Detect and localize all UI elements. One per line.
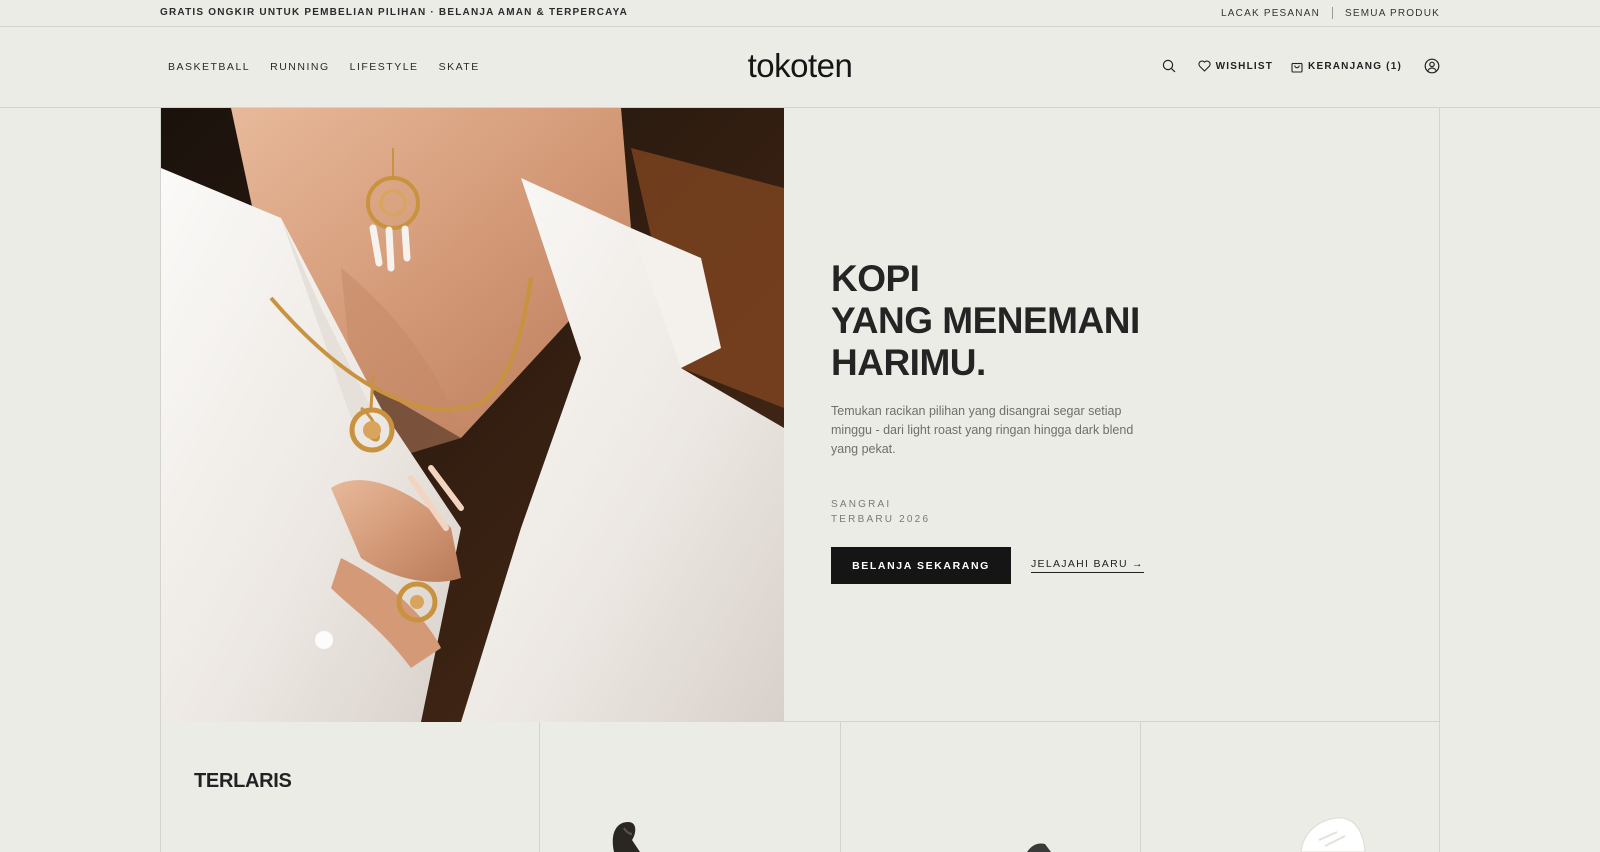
search-icon	[1162, 59, 1176, 73]
bestsellers-section: TERLARIS	[160, 722, 1440, 852]
product-card[interactable]	[1141, 722, 1439, 852]
divider	[1332, 7, 1334, 19]
hero-section: KOPI YANG MENEMANI HARIMU. Temukan racik…	[160, 108, 1440, 722]
track-order-link[interactable]: LACAK PESANAN	[1221, 8, 1320, 19]
header-actions: WISHLIST KERANJANG (1)	[1162, 58, 1440, 74]
shopping-bag-icon	[1291, 62, 1303, 73]
hero-description: Temukan racikan pilihan yang disangrai s…	[831, 404, 1134, 456]
wishlist-button[interactable]: WISHLIST	[1198, 60, 1273, 72]
hero-title-line: KOPI	[831, 258, 920, 299]
site-header: BASKETBALL RUNNING LIFESTYLE SKATE tokot…	[0, 27, 1600, 108]
announcement-bar: GRATIS ONGKIR UNTUK PEMBELIAN PILIHAN · …	[0, 0, 1600, 27]
promo-text: GRATIS ONGKIR UNTUK PEMBELIAN PILIHAN · …	[160, 7, 629, 18]
product-image	[1300, 817, 1366, 852]
hero-title: KOPI YANG MENEMANI HARIMU.	[831, 258, 1171, 384]
shop-now-button[interactable]: BELANJA SEKARANG	[831, 547, 1011, 584]
hero-meta-line: SANGRAI	[831, 499, 892, 510]
hero-title-line: HARIMU.	[831, 342, 986, 383]
search-button[interactable]	[1162, 59, 1176, 73]
cta-row: BELANJA SEKARANG JELAJAHI BARU →	[831, 547, 1171, 584]
explore-new-link[interactable]: JELAJAHI BARU →	[1031, 558, 1144, 573]
heart-icon	[1198, 60, 1211, 72]
product-image	[1027, 843, 1051, 852]
hero-meta-line: TERBARU 2026	[831, 514, 931, 525]
product-image	[612, 822, 640, 852]
hero-image	[161, 108, 784, 722]
product-card[interactable]	[540, 722, 841, 852]
utility-links: LACAK PESANAN SEMUA PRODUK	[1221, 7, 1440, 19]
wishlist-label: WISHLIST	[1215, 60, 1274, 72]
account-button[interactable]	[1424, 58, 1440, 74]
bestsellers-title: TERLARIS	[194, 770, 292, 792]
hero-meta: SANGRAI TERBARU 2026	[831, 497, 1171, 527]
cart-button[interactable]: KERANJANG (1)	[1291, 60, 1402, 73]
bestsellers-title-cell: TERLARIS	[161, 722, 540, 852]
all-products-link[interactable]: SEMUA PRODUK	[1345, 8, 1440, 19]
hero-title-line: YANG MENEMANI	[831, 300, 1140, 341]
product-card[interactable]	[841, 722, 1141, 852]
cart-label: KERANJANG (1)	[1308, 60, 1402, 72]
hero-content: KOPI YANG MENEMANI HARIMU. Temukan racik…	[831, 258, 1171, 584]
user-icon	[1424, 58, 1440, 74]
